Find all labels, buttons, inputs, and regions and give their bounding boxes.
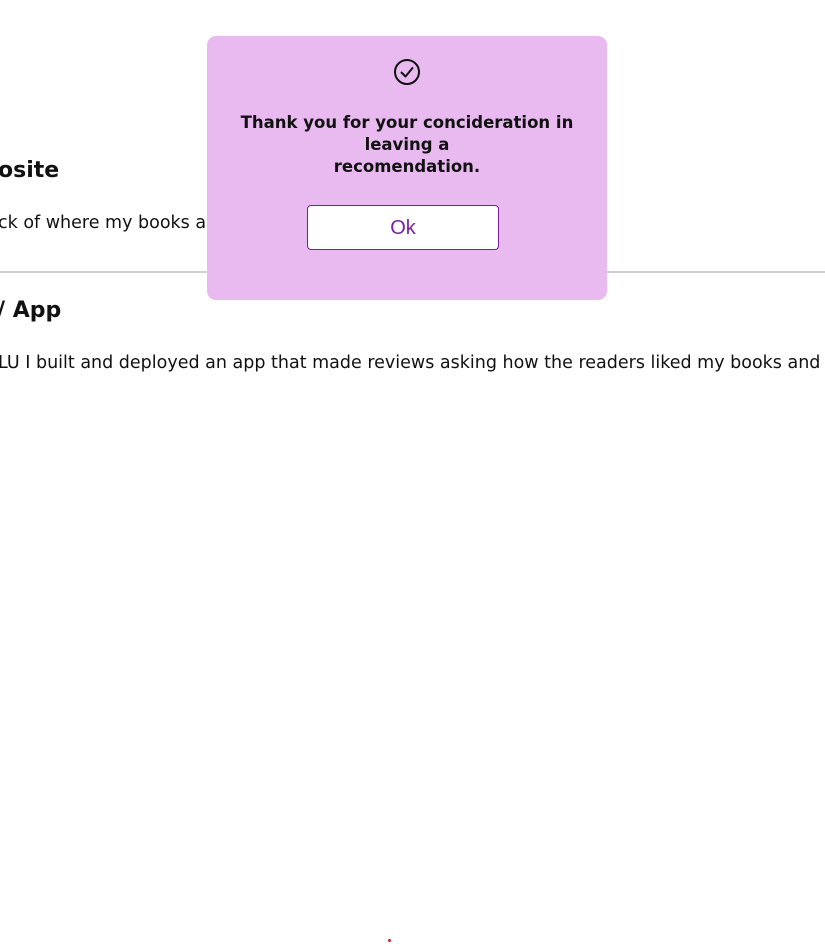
ok-button[interactable]: Ok <box>307 205 499 250</box>
dialog-message-line-1: Thank you for your concideration in leav… <box>240 113 574 154</box>
section-text-app: LU I built and deployed an app that made… <box>0 353 821 373</box>
section-title-app: / App <box>0 298 62 323</box>
dialog-message-line-2: recomendation. <box>333 157 481 176</box>
check-circle-icon <box>393 58 421 86</box>
confirmation-dialog: Thank you for your concideration in leav… <box>207 36 607 300</box>
page: osite ck of where my books ar are being … <box>0 0 825 944</box>
dialog-message: Thank you for your concideration in leav… <box>207 112 607 178</box>
section-title-website: osite <box>0 158 60 183</box>
decorative-dot <box>388 939 391 942</box>
